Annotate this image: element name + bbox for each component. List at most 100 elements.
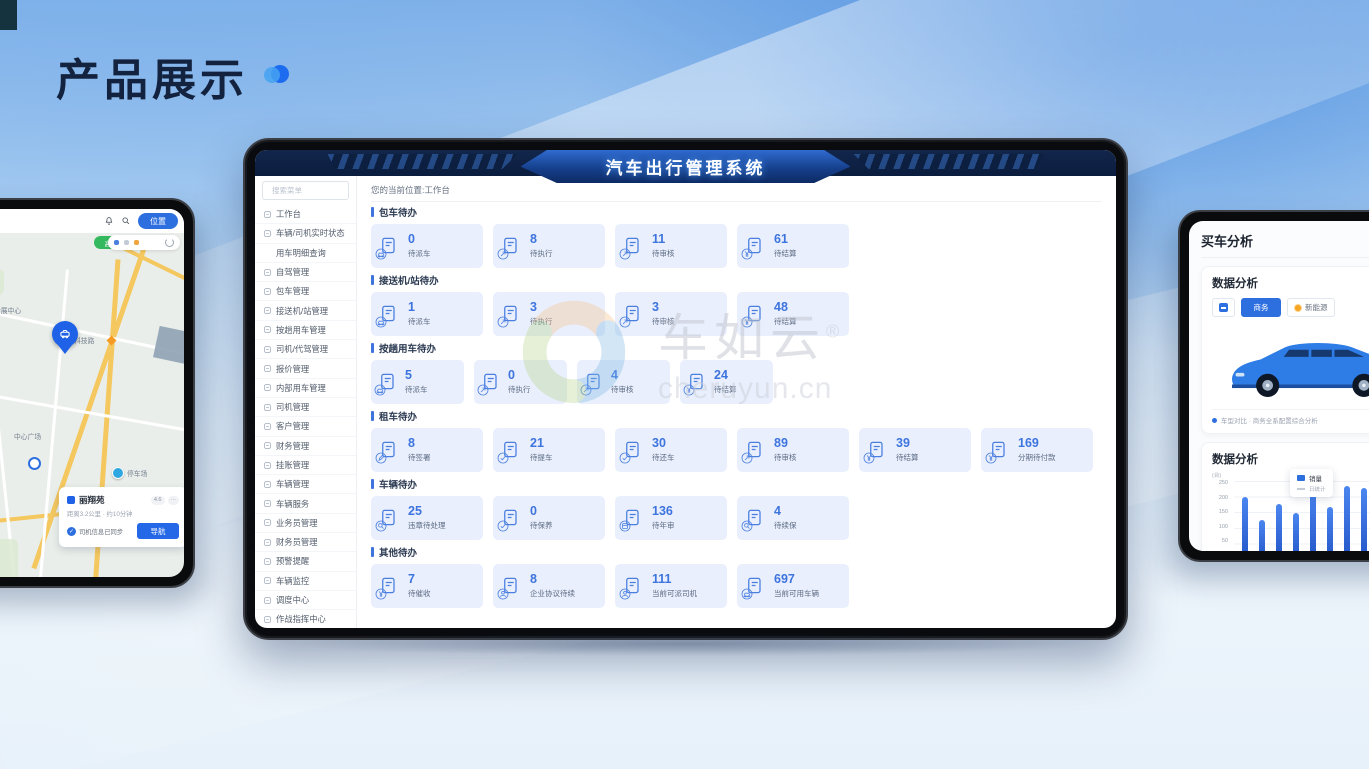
sidebar-item[interactable]: 财务员管理 xyxy=(255,533,356,553)
sidebar-item[interactable]: 业务员管理 xyxy=(255,514,356,534)
todo-count: 0 xyxy=(508,367,515,382)
sidebar-item[interactable]: 按趟用车管理 xyxy=(255,321,356,341)
sidebar-item[interactable]: 财务管理 xyxy=(255,437,356,456)
place-distance: 距离3.2公里 · 约10分钟 xyxy=(67,511,133,518)
poi-marker[interactable]: 停车场 xyxy=(112,467,147,479)
badge-icon xyxy=(497,452,509,463)
todo-card[interactable]: 111 当前可派司机 xyxy=(615,564,727,608)
menu-item-icon xyxy=(264,500,271,507)
todo-count: 8 xyxy=(530,571,537,586)
todo-card[interactable]: 3 待执行 xyxy=(493,292,605,336)
axis-unit-label: (台) xyxy=(1212,473,1222,479)
todo-count: 11 xyxy=(652,231,666,246)
todo-card[interactable]: 8 待签署 xyxy=(371,428,483,472)
car-type-chip[interactable] xyxy=(1212,298,1235,317)
todo-card[interactable]: 697 当前可用车辆 xyxy=(737,564,849,608)
sidebar-item[interactable]: 用车明细查询 xyxy=(255,244,356,263)
energy-chip[interactable]: 新能源 xyxy=(1287,298,1335,317)
badge-icon xyxy=(741,248,753,259)
sidebar-item[interactable]: 车辆管理 xyxy=(255,475,356,495)
todo-card[interactable]: 0 待保养 xyxy=(493,496,605,540)
menu-item-icon xyxy=(264,539,271,546)
sidebar-item[interactable]: 客户管理 xyxy=(255,417,356,437)
todo-card[interactable]: 136 待年审 xyxy=(615,496,727,540)
todo-card[interactable]: 5 待派车 xyxy=(371,360,464,404)
sidebar-item[interactable]: 自驾管理 xyxy=(255,263,356,283)
sidebar-item[interactable]: 工作台 xyxy=(255,205,356,225)
todo-count: 169 xyxy=(1018,435,1039,450)
sidebar-item[interactable]: 司机/代驾管理 xyxy=(255,340,356,360)
todo-card-text: 0 待保养 xyxy=(530,504,553,532)
todo-card[interactable]: 8 待执行 xyxy=(493,224,605,268)
refresh-icon[interactable] xyxy=(165,238,174,247)
badge-icon xyxy=(741,316,753,327)
todo-card[interactable]: 1 待派车 xyxy=(371,292,483,336)
sidebar-item-label: 业务员管理 xyxy=(276,517,318,528)
sidebar-item[interactable]: 包车管理 xyxy=(255,282,356,302)
todo-card[interactable]: 25 违章待处理 xyxy=(371,496,483,540)
todo-card[interactable]: 4 待续保 xyxy=(737,496,849,540)
sidebar-item[interactable]: 内部用车管理 xyxy=(255,379,356,398)
todo-count: 697 xyxy=(774,571,795,586)
map-info-card[interactable]: 丽翔苑 4.6 ··· 距离3.2公里 · 约10分钟 ✓ 司机信息已同步 导航 xyxy=(59,487,184,547)
todo-card[interactable]: 3 待审核 xyxy=(615,292,727,336)
sidebar-item-label: 自驾管理 xyxy=(276,267,310,278)
todo-card[interactable]: 89 待审核 xyxy=(737,428,849,472)
sidebar-search[interactable] xyxy=(262,181,349,200)
todo-card[interactable]: 7 待催收 xyxy=(371,564,483,608)
sidebar-item[interactable]: 挂账管理 xyxy=(255,456,356,476)
todo-count: 111 xyxy=(652,571,672,586)
search-input[interactable] xyxy=(270,185,344,196)
section-title: 车辆待办 xyxy=(379,480,418,491)
badge-icon xyxy=(741,452,753,463)
search-icon[interactable] xyxy=(121,216,131,226)
sidebar-item[interactable]: 接送机/站管理 xyxy=(255,301,356,321)
sidebar-item[interactable]: 预警提醒 xyxy=(255,552,356,572)
sidebar-item[interactable]: 车辆/司机实时状态 xyxy=(255,224,356,244)
todo-card[interactable]: 39 待结算 xyxy=(859,428,971,472)
todo-card-text: 1 待派车 xyxy=(408,300,431,328)
more-badge[interactable]: ··· xyxy=(167,495,179,505)
sidebar-item-label: 车辆监控 xyxy=(276,575,310,586)
location-button[interactable]: 位置 xyxy=(138,213,178,229)
sidebar-item[interactable]: 司机管理 xyxy=(255,398,356,418)
todo-card[interactable]: 0 待执行 xyxy=(474,360,567,404)
todo-card-text: 61 待结算 xyxy=(774,232,797,260)
todo-card-icon xyxy=(497,575,522,599)
badge-icon xyxy=(683,384,695,395)
sidebar-item[interactable]: 车辆服务 xyxy=(255,494,356,514)
navigate-button[interactable]: 导航 xyxy=(137,523,179,539)
sidebar-item[interactable]: 调度中心 xyxy=(255,591,356,611)
todo-card[interactable]: 169 分期待付款 xyxy=(981,428,1093,472)
slide-title-block: 产品展示 xyxy=(56,44,289,108)
todo-card[interactable]: 0 待派车 xyxy=(371,224,483,268)
todo-card-text: 11 待审核 xyxy=(652,231,675,260)
todo-card-text: 8 企业协议待续 xyxy=(530,571,575,600)
todo-label: 待执行 xyxy=(508,385,531,395)
todo-card[interactable]: 30 待还车 xyxy=(615,428,727,472)
sidebar-item[interactable]: 报价管理 xyxy=(255,359,356,379)
todo-card-text: 169 分期待付款 xyxy=(1018,435,1056,464)
sidebar-item[interactable]: 车辆监控 xyxy=(255,572,356,591)
todo-label: 分期待付款 xyxy=(1018,453,1056,463)
badge-icon xyxy=(741,520,753,531)
check-icon: ✓ xyxy=(67,526,76,536)
sidebar-item[interactable]: 作战指挥中心 xyxy=(255,610,356,628)
todo-card[interactable]: 11 待审核 xyxy=(615,224,727,268)
todo-card[interactable]: 8 企业协议待续 xyxy=(493,564,605,608)
todo-card[interactable]: 21 待提车 xyxy=(493,428,605,472)
badge-icon xyxy=(985,452,997,463)
sidebar-item-label: 客户管理 xyxy=(276,421,310,432)
todo-section: 包车待办 0 待派车 8 待执行 11 待审核 61 待结算 xyxy=(371,205,1102,268)
todo-count: 3 xyxy=(652,299,659,314)
business-chip[interactable]: 商务 xyxy=(1241,298,1281,317)
todo-card[interactable]: 4 待审核 xyxy=(577,360,670,404)
car-analysis-panel: 数据分析 商务 新能源 车型对比 · 商务全系配置综合分析 xyxy=(1201,266,1369,434)
vehicle-pin-marker[interactable] xyxy=(52,321,78,354)
todo-card[interactable]: 48 待结算 xyxy=(737,292,849,336)
menu-item-icon xyxy=(264,211,271,218)
todo-card[interactable]: 61 待结算 xyxy=(737,224,849,268)
todo-card[interactable]: 24 待结算 xyxy=(680,360,773,404)
bell-icon[interactable] xyxy=(104,216,114,226)
map-filter-strip[interactable] xyxy=(108,235,180,250)
